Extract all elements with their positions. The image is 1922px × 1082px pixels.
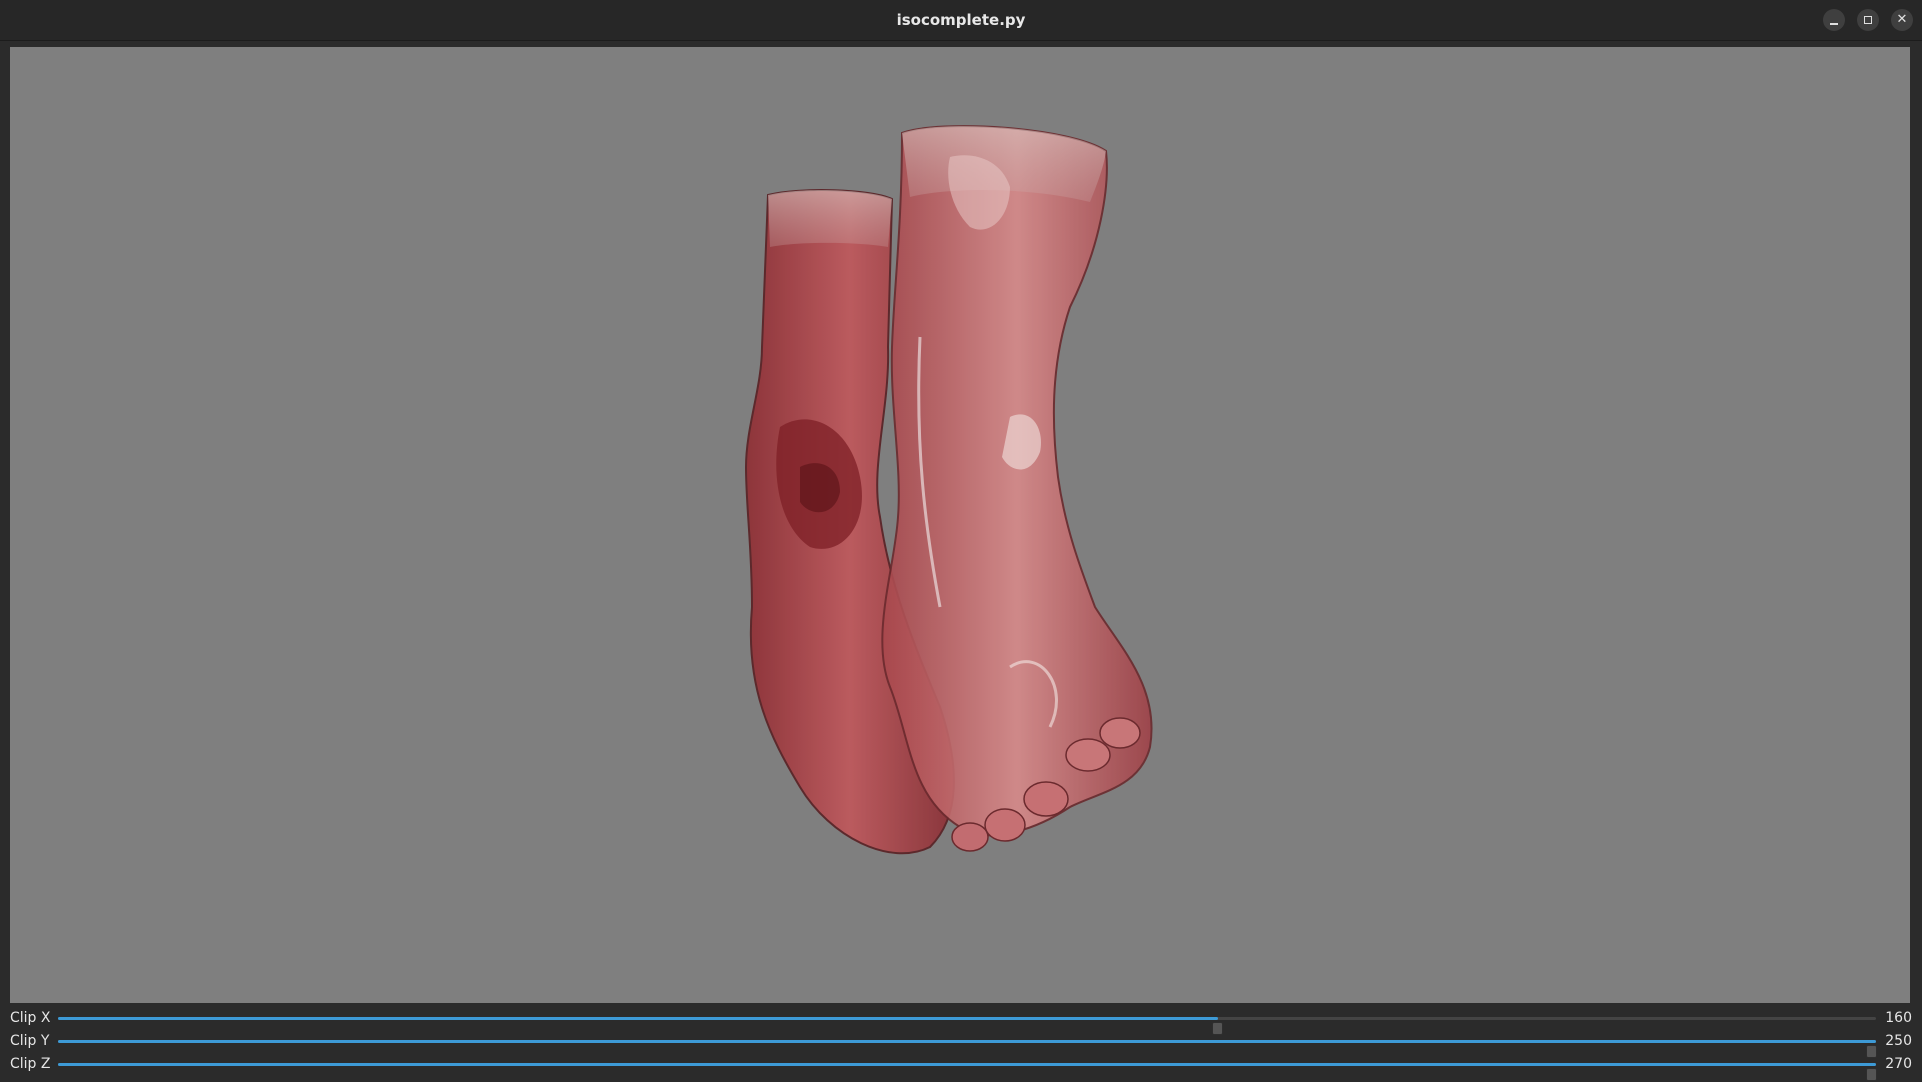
slider-row-clip-y: Clip Y 250	[0, 1030, 1922, 1058]
slider-row-clip-z: Clip Z 270	[0, 1053, 1922, 1081]
clip-x-slider[interactable]	[58, 1017, 1876, 1035]
slider-value: 270	[1885, 1056, 1912, 1072]
slider-row-clip-x: Clip X 160	[0, 1007, 1922, 1035]
close-icon: ✕	[1896, 12, 1908, 27]
clip-z-slider[interactable]	[58, 1063, 1877, 1081]
slider-fill	[58, 1040, 1876, 1043]
close-button[interactable]: ✕	[1891, 9, 1913, 31]
clip-y-slider[interactable]	[58, 1040, 1877, 1058]
minimize-button[interactable]	[1823, 9, 1845, 31]
slider-label: Clip Z	[10, 1056, 51, 1072]
title-bar[interactable]: isocomplete.py ✕	[0, 0, 1922, 41]
minimize-icon	[1830, 23, 1838, 25]
slider-value: 250	[1885, 1033, 1912, 1049]
slider-value: 160	[1885, 1010, 1912, 1026]
slider-fill	[58, 1063, 1876, 1066]
render-viewport[interactable]	[10, 47, 1910, 1003]
maximize-button[interactable]	[1857, 9, 1879, 31]
clip-controls: Clip X 160 Clip Y 250 Clip Z 270	[0, 1005, 1922, 1082]
app-window: isocomplete.py ✕ Clip X 160 Clip Y 250 C…	[0, 0, 1922, 1082]
volume-rendering-icon	[744, 125, 1153, 855]
window-title: isocomplete.py	[896, 11, 1026, 29]
maximize-icon	[1864, 16, 1872, 24]
right-foot	[881, 125, 1153, 852]
slider-label: Clip X	[10, 1010, 51, 1026]
slider-handle[interactable]	[1866, 1068, 1877, 1081]
slider-label: Clip Y	[10, 1033, 50, 1049]
slider-fill	[58, 1017, 1218, 1020]
